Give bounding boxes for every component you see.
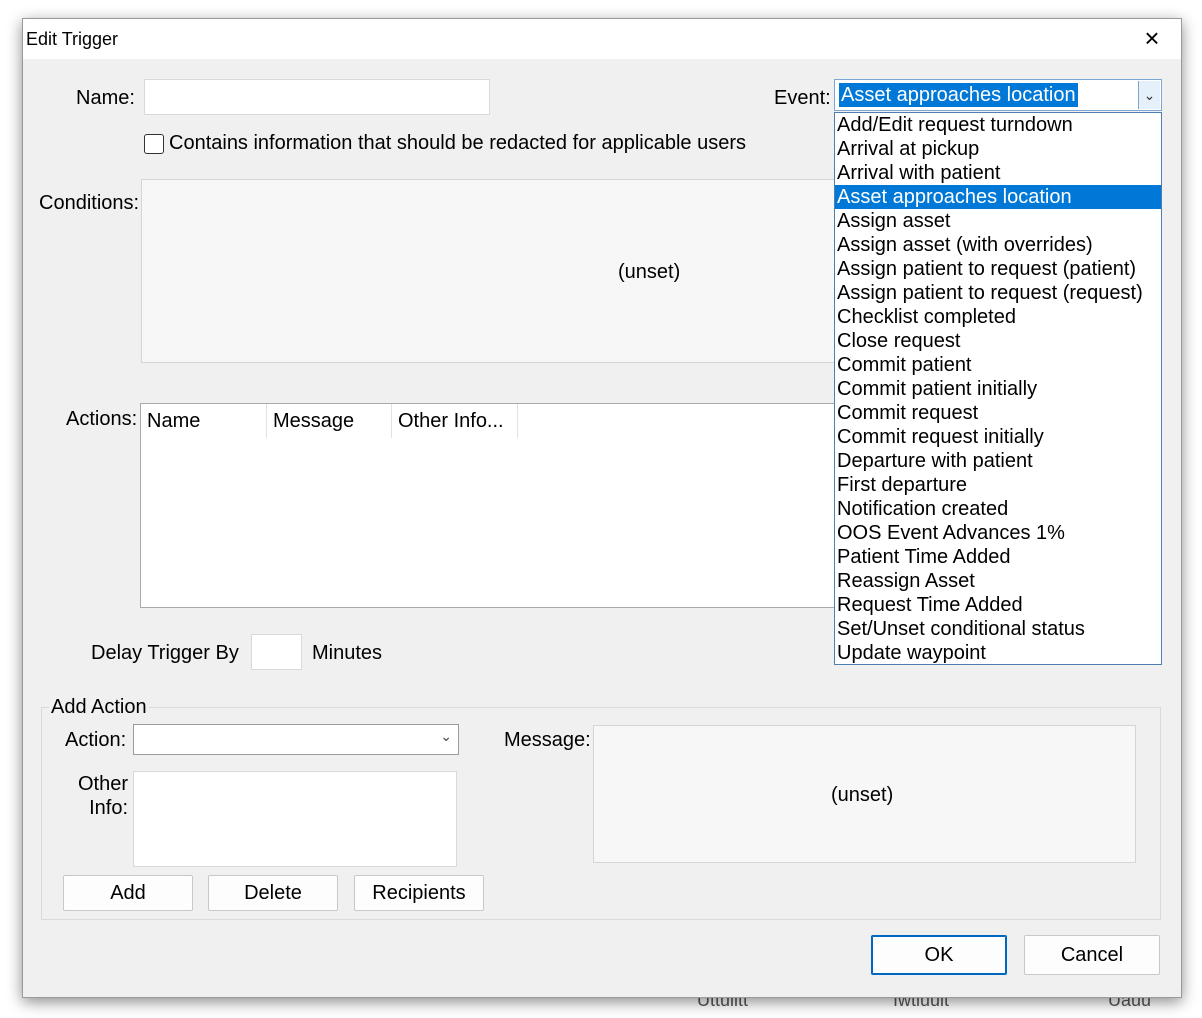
event-dropdown-list[interactable]: Add/Edit request turndown Arrival at pick… bbox=[834, 112, 1162, 665]
title-bar: Edit Trigger × bbox=[23, 19, 1181, 59]
chevron-down-icon[interactable]: ⌄ bbox=[1138, 81, 1160, 109]
event-option[interactable]: Notification created bbox=[835, 497, 1161, 521]
event-option[interactable]: Assign asset (with overrides) bbox=[835, 233, 1161, 257]
close-icon: × bbox=[1144, 23, 1160, 53]
event-label: Event: bbox=[774, 87, 831, 109]
event-option[interactable]: Arrival with patient bbox=[835, 161, 1161, 185]
recipients-button[interactable]: Recipients bbox=[354, 875, 484, 911]
column-header-name[interactable]: Name bbox=[141, 404, 267, 438]
edit-trigger-dialog: Edit Trigger × Name: Contains informatio… bbox=[22, 18, 1182, 998]
delay-label: Delay Trigger By bbox=[91, 642, 239, 664]
event-option[interactable]: Reassign Asset bbox=[835, 569, 1161, 593]
add-action-group-label: Add Action bbox=[49, 696, 149, 719]
event-option[interactable]: Assign patient to request (request) bbox=[835, 281, 1161, 305]
event-option[interactable]: Patient Time Added bbox=[835, 545, 1161, 569]
redact-checkbox[interactable] bbox=[144, 134, 164, 154]
event-option[interactable]: Assign patient to request (patient) bbox=[835, 257, 1161, 281]
event-option[interactable]: Set/Unset conditional status bbox=[835, 617, 1161, 641]
event-selected-value: Asset approaches location bbox=[839, 83, 1078, 107]
delete-button[interactable]: Delete bbox=[208, 875, 338, 911]
event-option[interactable]: Departure with patient bbox=[835, 449, 1161, 473]
name-input[interactable] bbox=[144, 79, 490, 115]
name-label: Name: bbox=[76, 87, 135, 109]
event-option[interactable]: Commit request bbox=[835, 401, 1161, 425]
event-option[interactable]: Request Time Added bbox=[835, 593, 1161, 617]
conditions-panel[interactable]: (unset) bbox=[141, 179, 841, 363]
close-button[interactable]: × bbox=[1137, 23, 1167, 53]
message-panel[interactable]: (unset) bbox=[593, 725, 1136, 863]
event-option[interactable]: Assign asset bbox=[835, 209, 1161, 233]
delay-minutes-input[interactable] bbox=[251, 634, 302, 670]
event-option[interactable]: First departure bbox=[835, 473, 1161, 497]
event-option[interactable]: Checklist completed bbox=[835, 305, 1161, 329]
event-option[interactable]: OOS Event Advances 1% bbox=[835, 521, 1161, 545]
ok-button[interactable]: OK bbox=[871, 935, 1007, 975]
other-info-label-line2: Info: bbox=[89, 797, 128, 819]
dialog-title: Edit Trigger bbox=[26, 29, 119, 49]
event-combobox[interactable]: Asset approaches location ⌄ bbox=[834, 79, 1162, 111]
action-label: Action: bbox=[65, 729, 127, 751]
other-info-input[interactable] bbox=[133, 771, 457, 867]
other-info-label-line1: Other bbox=[77, 773, 128, 795]
event-option[interactable]: Commit patient initially bbox=[835, 377, 1161, 401]
event-option[interactable]: Commit patient bbox=[835, 353, 1161, 377]
add-button[interactable]: Add bbox=[63, 875, 193, 911]
event-option[interactable]: Arrival at pickup bbox=[835, 137, 1161, 161]
chevron-down-icon: ⌄ bbox=[440, 728, 452, 744]
column-header-message[interactable]: Message bbox=[267, 404, 392, 438]
column-header-other-info[interactable]: Other Info... bbox=[392, 404, 518, 438]
event-option[interactable]: Add/Edit request turndown bbox=[835, 113, 1161, 137]
action-dropdown[interactable]: ⌄ bbox=[133, 724, 459, 755]
message-label: Message: bbox=[504, 729, 591, 751]
redact-checkbox-row[interactable]: Contains information that should be reda… bbox=[144, 132, 764, 158]
event-option[interactable]: Close request bbox=[835, 329, 1161, 353]
conditions-value: (unset) bbox=[618, 261, 681, 283]
message-value: (unset) bbox=[831, 784, 894, 806]
redact-checkbox-label: Contains information that should be reda… bbox=[169, 132, 747, 154]
delay-unit-label: Minutes bbox=[312, 642, 383, 664]
actions-list[interactable]: Name Message Other Info... bbox=[140, 403, 840, 608]
cancel-button[interactable]: Cancel bbox=[1024, 935, 1160, 975]
event-option[interactable]: Commit request initially bbox=[835, 425, 1161, 449]
conditions-label: Conditions: bbox=[39, 192, 140, 214]
event-option[interactable]: Asset approaches location bbox=[835, 185, 1161, 209]
event-option[interactable]: Update waypoint bbox=[835, 641, 1161, 664]
actions-label: Actions: bbox=[66, 408, 138, 430]
